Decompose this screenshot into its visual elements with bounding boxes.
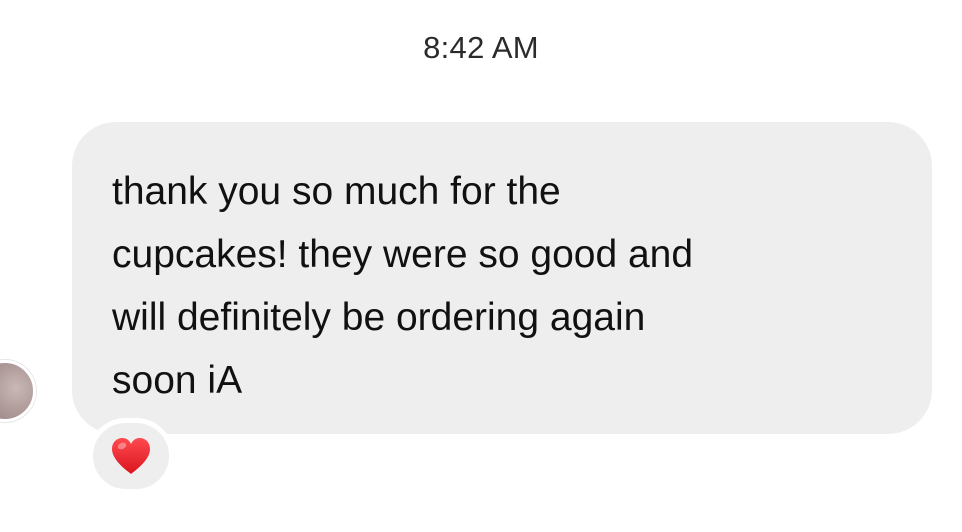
heart-reaction[interactable] xyxy=(88,418,174,494)
heart-icon xyxy=(112,438,150,474)
message-text: thank you so much for the cupcakes! they… xyxy=(112,170,694,402)
sender-avatar[interactable] xyxy=(0,360,36,422)
message-thread: 8:42 AM thank you so much for the cupcak… xyxy=(0,0,962,532)
incoming-message-bubble[interactable]: thank you so much for the cupcakes! they… xyxy=(72,122,932,434)
message-timestamp: 8:42 AM xyxy=(423,30,539,65)
